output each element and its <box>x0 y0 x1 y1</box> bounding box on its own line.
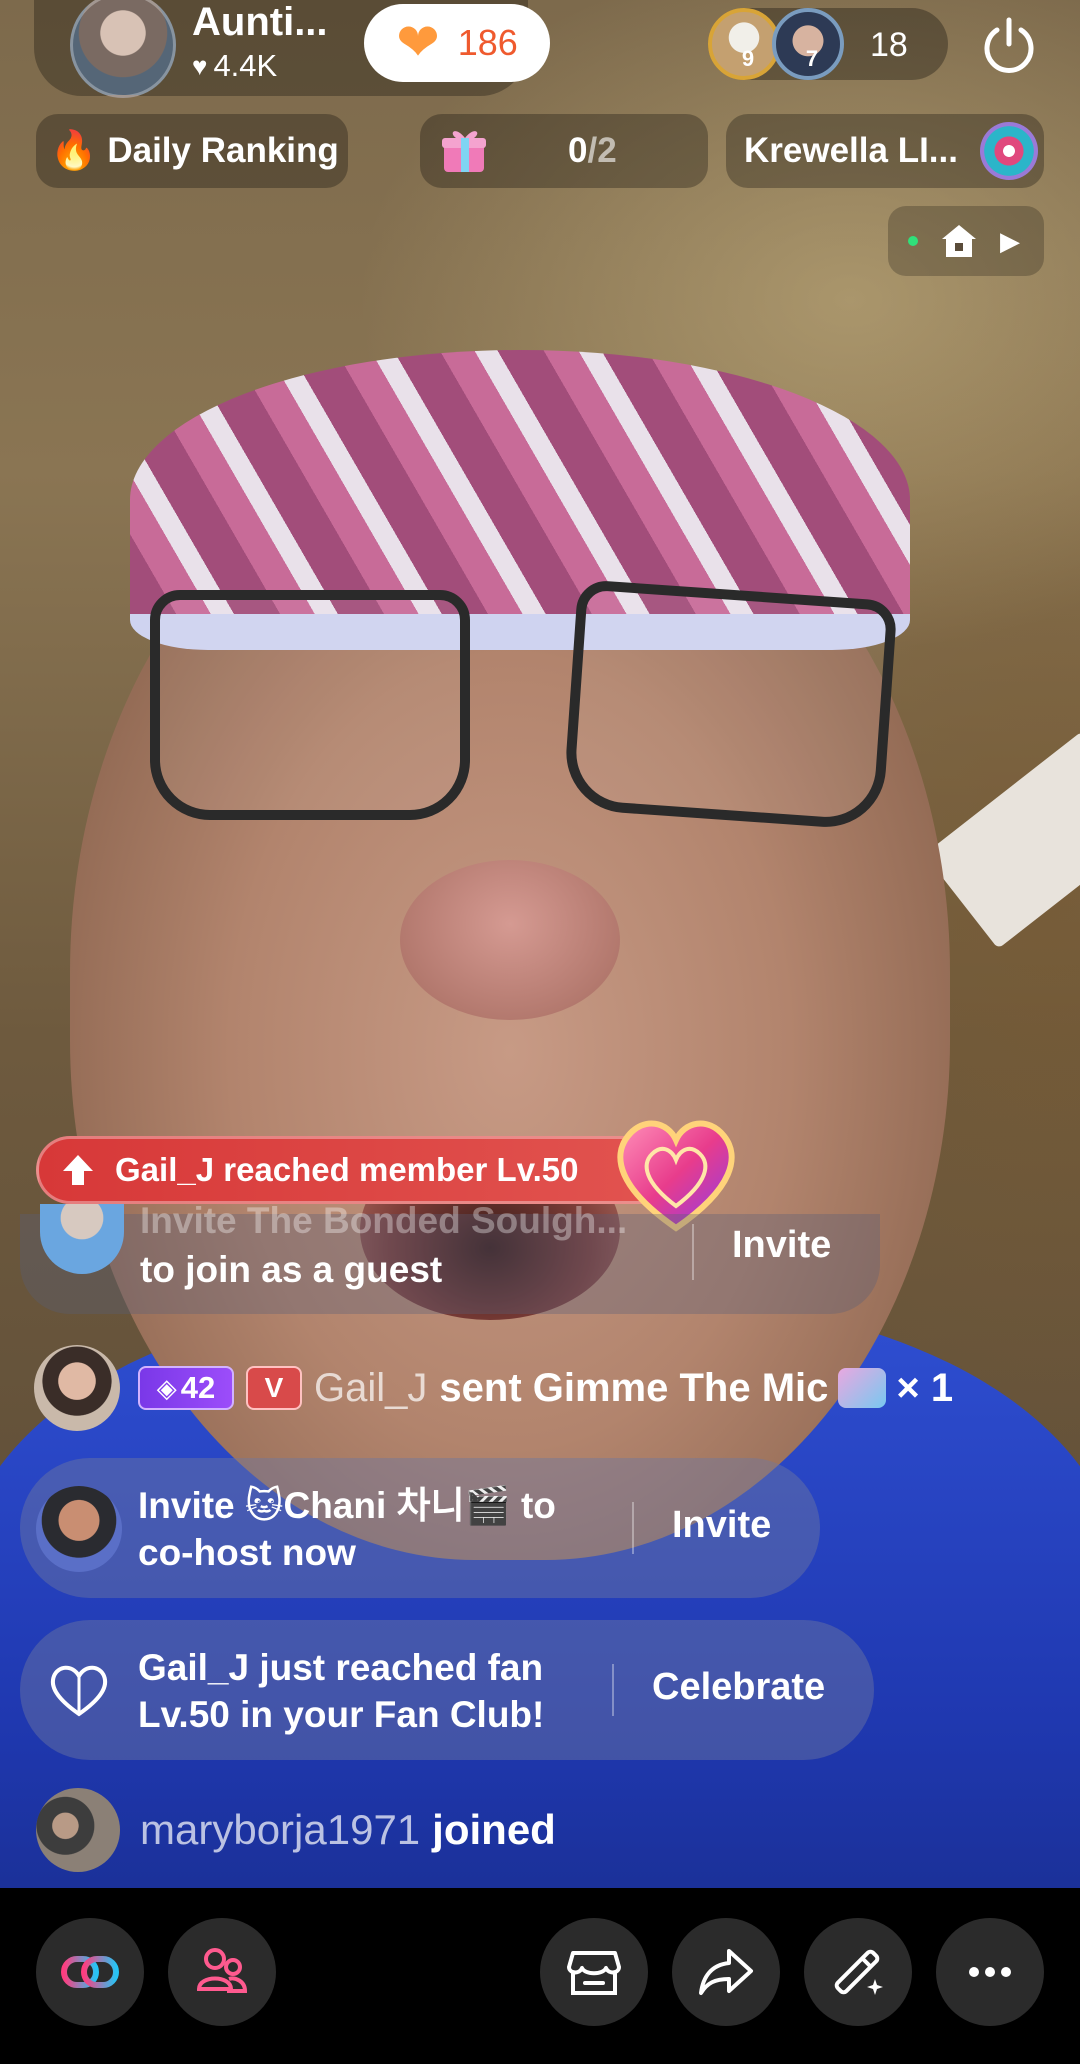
music-chip[interactable]: Krewella LI... <box>726 114 1044 188</box>
guest-invite-text: to join as a guest <box>140 1249 443 1290</box>
cohost-invite-card: Invite 🐱Chani 차니🎬 to co-host now Invite <box>20 1458 820 1598</box>
heart-icon: ♥ <box>192 50 208 81</box>
follow-count: 186 <box>457 22 518 63</box>
joiner-avatar[interactable] <box>36 1788 120 1872</box>
link-button[interactable] <box>36 1918 144 2026</box>
music-disc-icon <box>980 122 1038 180</box>
shop-icon <box>567 1951 621 1995</box>
divider <box>692 1224 694 1280</box>
heart-outline-icon <box>50 1665 108 1717</box>
divider <box>632 1502 634 1554</box>
daily-ranking-label: Daily Ranking <box>107 131 339 170</box>
level-badge-value: 42 <box>180 1370 216 1405</box>
gift-goal-progress: 0/2 <box>568 131 617 171</box>
more-button[interactable] <box>936 1918 1044 2026</box>
music-title: Krewella LI... <box>744 131 958 170</box>
top-viewer-avatar-1[interactable]: 9 <box>708 8 780 80</box>
viewer-count: 18 <box>870 26 908 64</box>
more-icon <box>969 1967 1011 1977</box>
fan-club-card: Gail_J just reached fan Lv.50 in your Fa… <box>20 1620 874 1760</box>
sender-avatar[interactable] <box>34 1345 120 1431</box>
home-icon[interactable] <box>940 223 978 259</box>
join-message-text: joined <box>432 1806 556 1853</box>
gift-goal-current: 0 <box>568 131 588 170</box>
sender-username[interactable]: Gail_J <box>314 1366 427 1411</box>
celebrate-button[interactable]: Celebrate <box>652 1666 825 1709</box>
guests-icon <box>196 1948 248 1993</box>
power-icon <box>984 17 1034 73</box>
gem-icon: ◈ <box>156 1372 177 1403</box>
host-avatar[interactable] <box>70 0 176 98</box>
live-status-dot-icon <box>908 236 918 246</box>
gift-chat-message: ◈ 42 V Gail_J sent Gimme The Mic × 1 <box>34 1344 953 1432</box>
bottom-toolbar <box>0 1888 1080 2064</box>
share-icon <box>699 1949 753 1995</box>
viewer-rank-badge: 7 <box>805 46 819 71</box>
member-level-banner: Gail_J reached member Lv.50 <box>36 1136 686 1204</box>
join-chat-message: maryborja1971 joined <box>36 1788 556 1872</box>
fan-club-text: Gail_J just reached fan Lv.50 in your Fa… <box>138 1644 544 1738</box>
host-likes-count: 4.4K <box>213 48 278 83</box>
divider <box>612 1664 614 1716</box>
glasses-right-lens <box>562 579 898 831</box>
host-name: Aunti... <box>192 0 328 44</box>
play-icon[interactable]: ▶ <box>1000 226 1020 257</box>
joiner-username[interactable]: maryborja1971 <box>140 1806 420 1854</box>
gift-goal-chip[interactable]: 0/2 <box>420 114 708 188</box>
orange-heart-icon: ❤ <box>396 14 440 72</box>
gift-goal-total: /2 <box>587 131 617 170</box>
guest-invite-card: Invite The Bonded Soulgh... to join as a… <box>20 1200 880 1314</box>
end-live-button[interactable] <box>978 14 1040 76</box>
live-video-feed <box>0 0 1080 1888</box>
host-info-pill[interactable]: Aunti... ♥ 4.4K ❤ 186 <box>34 0 550 98</box>
link-icon <box>61 1956 119 1988</box>
member-level-text: Gail_J reached member Lv.50 <box>115 1151 579 1188</box>
guest-avatar[interactable] <box>40 1204 124 1274</box>
gift-multiplier: × 1 <box>896 1365 954 1410</box>
glasses-left-lens <box>150 590 470 820</box>
vip-badge: V <box>246 1366 302 1410</box>
guest-invite-text-top: Invite The Bonded Soulgh... <box>140 1200 628 1241</box>
daily-ranking-chip[interactable]: 🔥 Daily Ranking <box>36 114 348 188</box>
cohost-candidate-avatar[interactable] <box>36 1486 122 1572</box>
nose <box>400 860 620 1020</box>
cohost-invite-line-1: Invite 🐱Chani 차니🎬 to <box>138 1485 556 1526</box>
magic-wand-icon <box>834 1949 883 1995</box>
level-badge: ◈ 42 <box>138 1366 234 1410</box>
viewer-rank-badge: 9 <box>741 46 755 71</box>
effects-button[interactable] <box>804 1918 912 2026</box>
gift-mic-icon <box>838 1368 887 1408</box>
cohost-invite-text: Invite 🐱Chani 차니🎬 to co-host now <box>138 1482 556 1576</box>
invite-guest-button[interactable]: Invite <box>732 1224 831 1267</box>
cohost-invite-line-2: co-host now <box>138 1532 356 1573</box>
shop-button[interactable] <box>540 1918 648 2026</box>
share-button[interactable] <box>672 1918 780 2026</box>
viewer-list[interactable]: 9 7 18 <box>708 8 948 80</box>
gift-box-icon <box>442 131 486 172</box>
fire-icon: 🔥 <box>50 130 98 172</box>
fan-club-line-2: Lv.50 in your Fan Club! <box>138 1694 545 1735</box>
top-viewer-avatar-2[interactable]: 7 <box>772 8 844 80</box>
stream-mini-controls[interactable]: ▶ <box>888 206 1044 276</box>
invite-cohost-button[interactable]: Invite <box>672 1504 771 1547</box>
host-likes: ♥ 4.4K <box>192 48 277 84</box>
follow-button[interactable]: ❤ 186 <box>364 4 550 82</box>
gift-message-text: sent Gimme The Mic <box>439 1365 829 1410</box>
guests-button[interactable] <box>168 1918 276 2026</box>
fan-club-line-1: Gail_J just reached fan <box>138 1647 544 1688</box>
arrow-up-icon <box>63 1155 93 1185</box>
